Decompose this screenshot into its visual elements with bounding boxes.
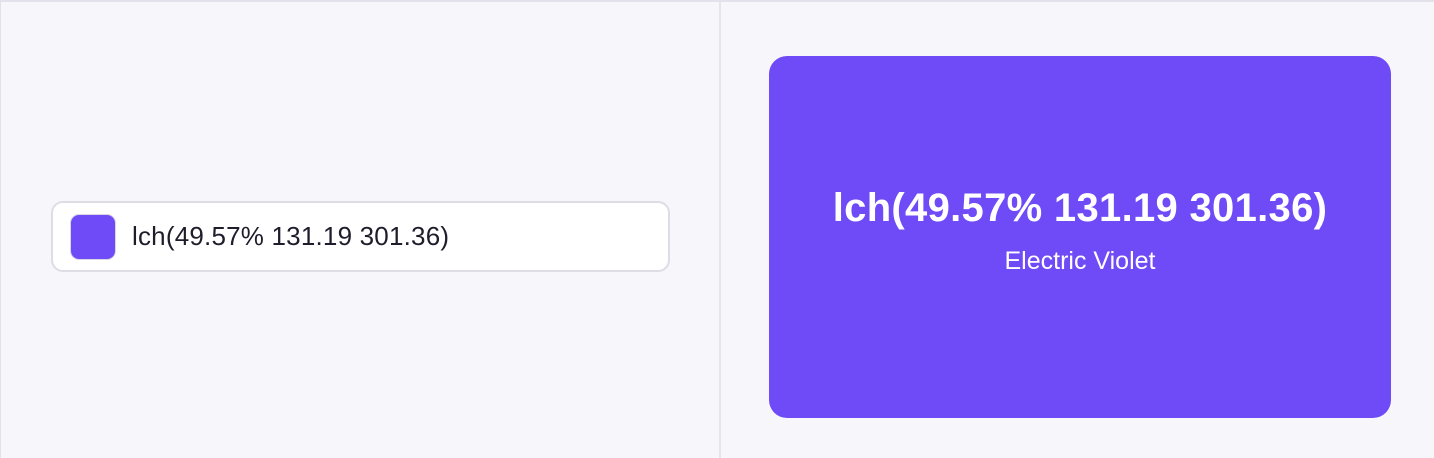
color-value-input[interactable] [132,221,632,252]
color-input-container[interactable] [51,201,670,272]
color-preview-card: lch(49.57% 131.19 301.36) Electric Viole… [769,56,1391,418]
color-swatch[interactable] [70,213,116,260]
preview-color-value: lch(49.57% 131.19 301.36) [832,186,1328,230]
color-converter-panel: lch(49.57% 131.19 301.36) Electric Viole… [0,0,1434,458]
column-divider [719,2,721,458]
preview-color-name: Electric Violet [1004,247,1156,275]
